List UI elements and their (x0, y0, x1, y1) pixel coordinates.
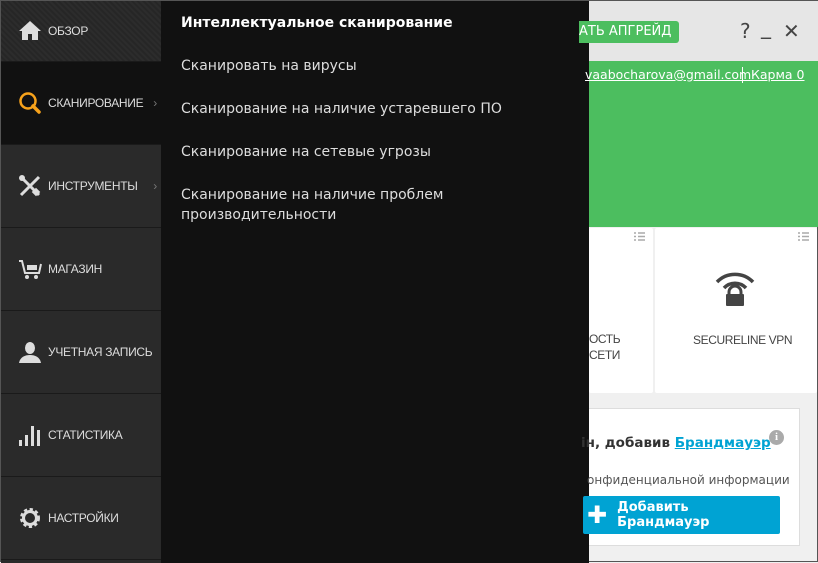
user-icon (19, 342, 41, 363)
tile-label: SECURELINE VPN (693, 333, 793, 347)
chevron-right-icon: › (153, 96, 157, 110)
sidebar-item-scan[interactable]: СКАНИРОВАНИЕ › (1, 62, 161, 145)
chevron-right-icon: › (153, 179, 157, 193)
submenu-performance-scan[interactable]: Сканирование на наличие проблем производ… (161, 185, 589, 228)
sidebar-item-overview[interactable]: ОБЗОР (1, 1, 161, 62)
secureline-vpn-tile[interactable]: SECURELINE VPN (655, 228, 817, 393)
cart-icon (19, 260, 42, 279)
sidebar-item-label: МАГАЗИН (48, 262, 103, 276)
close-button[interactable]: ✕ (783, 19, 800, 43)
network-security-tile[interactable]: ОСТЬ СЕТИ (589, 228, 653, 393)
sidebar-item-statistics[interactable]: СТАТИСТИКА (1, 394, 161, 477)
tools-icon (19, 175, 41, 197)
sidebar: ОБЗОР СКАНИРОВАНИЕ › ИНСТРУМЕНТЫ › МАГАЗ… (1, 1, 161, 563)
divider (742, 67, 743, 83)
stats-icon (19, 426, 40, 446)
sidebar-item-store[interactable]: МАГАЗИН (1, 228, 161, 311)
promo-text: ін, добавив Брандмауэр (581, 435, 771, 451)
karma-link[interactable]: Карма 0 (751, 67, 805, 82)
title-bar: АТЬ АПГРЕЙД ? _ ✕ (579, 1, 818, 61)
add-firewall-button[interactable]: ✚ Добавить Брандмауэр (583, 496, 780, 534)
list-menu-icon[interactable] (798, 232, 809, 241)
submenu-network-threats-scan[interactable]: Сканирование на сетевые угрозы (161, 142, 589, 185)
firewall-promo-card: ін, добавив Брандмауэр i онфиденциальной… (581, 408, 800, 546)
vpn-lock-icon (715, 272, 755, 306)
firewall-link[interactable]: Брандмауэр (675, 435, 771, 451)
sidebar-item-account[interactable]: УЧЕТНАЯ ЗАПИСЬ (1, 311, 161, 394)
status-banner: vaabocharova@gmail.com Карма 0 (585, 61, 818, 227)
sidebar-item-settings[interactable]: НАСТРОЙКИ (1, 477, 161, 560)
gear-icon (20, 508, 40, 528)
upgrade-button[interactable]: АТЬ АПГРЕЙД (579, 21, 679, 43)
minimize-button[interactable]: _ (761, 15, 771, 39)
scan-submenu: Интеллектуальное сканирование Сканироват… (161, 1, 589, 563)
list-menu-icon[interactable] (634, 232, 645, 241)
button-label: Добавить Брандмауэр (617, 500, 710, 530)
submenu-smart-scan[interactable]: Интеллектуальное сканирование (161, 13, 589, 56)
sidebar-item-label: ИНСТРУМЕНТЫ (48, 179, 138, 193)
promo-text-prefix: ін, добавив (581, 435, 675, 451)
tile-label: СЕТИ (589, 348, 621, 362)
search-icon (19, 92, 41, 114)
plus-icon: ✚ (587, 501, 608, 529)
sidebar-item-tools[interactable]: ИНСТРУМЕНТЫ › (1, 145, 161, 228)
promo-description: онфиденциальной информации (587, 473, 790, 487)
submenu-outdated-software-scan[interactable]: Сканирование на наличие устаревшего ПО (161, 99, 589, 142)
help-button[interactable]: ? (740, 19, 751, 43)
submenu-virus-scan[interactable]: Сканировать на вирусы (161, 56, 589, 99)
sidebar-item-label: УЧЕТНАЯ ЗАПИСЬ (48, 345, 153, 359)
main-panel: АТЬ АПГРЕЙД ? _ ✕ vaabocharova@gmail.com… (579, 1, 818, 563)
info-icon[interactable]: i (769, 430, 784, 445)
sidebar-item-label: СТАТИСТИКА (48, 428, 123, 442)
account-email-link[interactable]: vaabocharova@gmail.com (585, 67, 751, 82)
home-icon (19, 21, 41, 40)
sidebar-item-label: СКАНИРОВАНИЕ (48, 96, 144, 110)
tile-label: ОСТЬ (589, 332, 621, 346)
sidebar-item-label: НАСТРОЙКИ (48, 511, 119, 525)
sidebar-item-label: ОБЗОР (48, 24, 89, 38)
